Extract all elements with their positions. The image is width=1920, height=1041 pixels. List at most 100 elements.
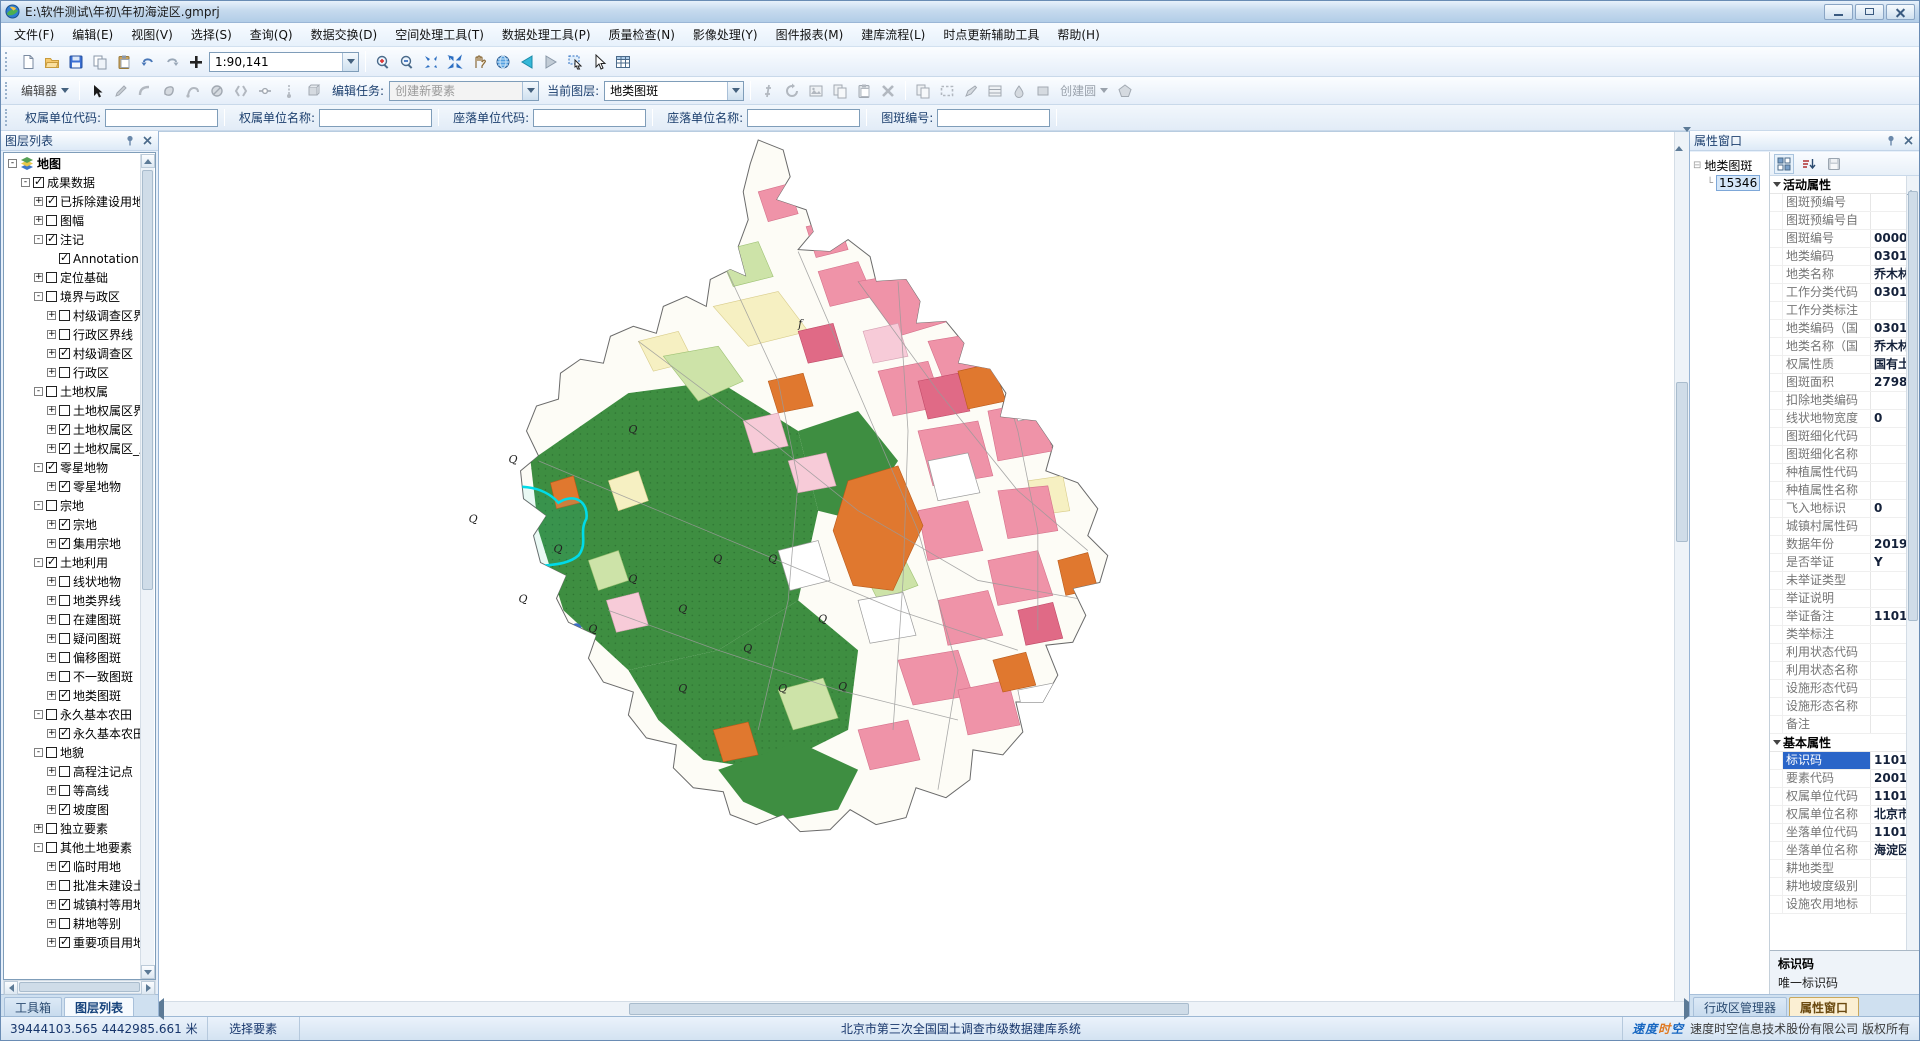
rectangle-tool-icon[interactable] [1032, 80, 1054, 102]
menu-item-help[interactable]: 帮助(H) [1048, 23, 1108, 46]
tree-expander-icon[interactable]: + [47, 596, 56, 605]
scroll-right-icon[interactable] [141, 981, 155, 995]
trace-tool-icon[interactable] [158, 80, 180, 102]
layer-tree-item[interactable]: -其他土地要素 [5, 838, 140, 857]
layer-tree-item[interactable]: +重要项目用地 [5, 933, 140, 952]
circle-tool-icon[interactable] [206, 80, 228, 102]
layer-tree-item[interactable]: +已拆除建设用地 [5, 192, 140, 211]
scale-combobox[interactable]: 1:90,141 [209, 52, 359, 72]
property-row[interactable]: 权属性质国有土 [1770, 356, 1906, 374]
feature-id-node[interactable]: └ 15346 [1693, 174, 1769, 192]
layer-tree-item[interactable]: +城镇村等用地 [5, 895, 140, 914]
scrollbar-thumb[interactable] [629, 1003, 1189, 1015]
scroll-left-icon[interactable] [4, 981, 18, 995]
property-row[interactable]: 地类编码0301 [1770, 248, 1906, 266]
menu-item-view[interactable]: 视图(V) [122, 23, 182, 46]
tree-expander-icon[interactable]: + [47, 539, 56, 548]
layer-tree-item[interactable]: +集用宗地 [5, 534, 140, 553]
tab-property-window[interactable]: 属性窗口 [1789, 997, 1859, 1016]
toolbar-grip[interactable] [5, 109, 10, 125]
layer-tree-item[interactable]: -土地权属 [5, 382, 140, 401]
layer-tree-item[interactable]: +地类图斑 [5, 686, 140, 705]
marquee-icon[interactable] [936, 80, 958, 102]
tree-expander-icon[interactable]: + [47, 767, 56, 776]
property-row[interactable]: 地类名称（国乔木林 [1770, 338, 1906, 356]
tree-expander-icon[interactable]: + [47, 311, 56, 320]
tree-expander-icon[interactable]: - [34, 292, 43, 301]
property-row[interactable]: 图斑面积2798 [1770, 374, 1906, 392]
tree-expander-icon[interactable]: + [47, 881, 56, 890]
tree-expander-icon[interactable]: + [47, 805, 56, 814]
layer-visibility-checkbox[interactable] [59, 785, 70, 796]
property-row[interactable]: 标识码1101 [1770, 752, 1906, 770]
menu-item-data-exchange[interactable]: 数据交换(D) [302, 23, 387, 46]
property-row[interactable]: 权属单位名称北京市 [1770, 806, 1906, 824]
property-category[interactable]: 基本属性 [1770, 734, 1906, 752]
attributes-icon[interactable] [757, 80, 779, 102]
select-by-rectangle-icon[interactable] [564, 51, 586, 73]
vertex-tool-icon[interactable] [278, 80, 300, 102]
parcel-number-input[interactable] [937, 109, 1050, 127]
open-project-icon[interactable] [41, 51, 63, 73]
property-row[interactable]: 权属单位代码1101 [1770, 788, 1906, 806]
layer-tree-item[interactable]: -零星地物 [5, 458, 140, 477]
toolbar-grip[interactable] [5, 82, 10, 100]
image-icon[interactable] [805, 80, 827, 102]
curve-tool-icon[interactable] [182, 80, 204, 102]
property-row[interactable]: 种植属性代码 [1770, 464, 1906, 482]
add-data-icon[interactable] [185, 51, 207, 73]
duplicate-icon[interactable] [912, 80, 934, 102]
property-row[interactable]: 设施形态代码 [1770, 680, 1906, 698]
property-row[interactable]: 图斑预编号自 [1770, 212, 1906, 230]
tree-expander-icon[interactable]: + [47, 425, 56, 434]
tree-expander-icon[interactable]: + [34, 824, 43, 833]
pin-icon[interactable] [1884, 134, 1898, 148]
tree-expander-icon[interactable]: - [34, 843, 43, 852]
layer-tree-item[interactable]: +不一致图斑 [5, 667, 140, 686]
tree-expander-icon[interactable]: - [34, 501, 43, 510]
previous-view-icon[interactable] [516, 51, 538, 73]
layer-visibility-checkbox[interactable] [59, 937, 70, 948]
scroll-down-icon[interactable] [141, 965, 155, 979]
tree-expander-icon[interactable]: - [34, 463, 43, 472]
menu-item-data-tools[interactable]: 数据处理工具(P) [493, 23, 600, 46]
zoom-out-icon[interactable] [396, 51, 418, 73]
tree-expander-icon[interactable]: + [47, 577, 56, 586]
tree-expander-icon[interactable]: + [47, 482, 56, 491]
arc-tool-icon[interactable] [134, 80, 156, 102]
layer-visibility-checkbox[interactable] [59, 329, 70, 340]
reshape-tool-icon[interactable] [230, 80, 252, 102]
layer-visibility-checkbox[interactable] [59, 576, 70, 587]
layer-tree-item[interactable]: +高程注记点 [5, 762, 140, 781]
map-horizontal-scrollbar[interactable] [159, 1001, 1689, 1016]
scale-dropdown-arrow[interactable] [342, 53, 358, 71]
property-row[interactable]: 类举标注 [1770, 626, 1906, 644]
property-row[interactable]: 飞入地标识0 [1770, 500, 1906, 518]
scrollbar-thumb[interactable] [1908, 191, 1918, 621]
scroll-up-icon[interactable] [1675, 132, 1683, 151]
tree-expander-icon[interactable]: + [47, 691, 56, 700]
layer-tree-item[interactable]: +临时用地 [5, 857, 140, 876]
layer-visibility-checkbox[interactable] [59, 766, 70, 777]
property-row[interactable]: 备注 [1770, 716, 1906, 734]
close-button[interactable] [1886, 4, 1915, 20]
layer-tree-item[interactable]: +独立要素 [5, 819, 140, 838]
property-row[interactable]: 图斑预编号 [1770, 194, 1906, 212]
scrollbar-thumb[interactable] [1676, 382, 1688, 542]
property-row[interactable]: 城镇村属性码 [1770, 518, 1906, 536]
location-unit-code-input[interactable] [533, 109, 646, 127]
tree-expander-icon[interactable]: + [47, 406, 56, 415]
toolbar-grip[interactable] [5, 52, 10, 71]
property-row[interactable]: 是否举证Y [1770, 554, 1906, 572]
layer-tree-item[interactable]: +疑问图斑 [5, 629, 140, 648]
layer-tree-item[interactable]: +等高线 [5, 781, 140, 800]
scroll-up-icon[interactable] [141, 154, 155, 168]
layer-tree-item[interactable]: +线状地物 [5, 572, 140, 591]
edit-pointer-icon[interactable] [86, 80, 108, 102]
feature-layer-node[interactable]: ⊟ 地类图斑 [1693, 156, 1769, 174]
sort-alphabetical-icon[interactable] [1799, 154, 1819, 174]
layer-tree-item[interactable]: -宗地 [5, 496, 140, 515]
layer-tree-item[interactable]: +偏移图斑 [5, 648, 140, 667]
save-icon[interactable] [65, 51, 87, 73]
layer-visibility-checkbox[interactable] [46, 291, 57, 302]
